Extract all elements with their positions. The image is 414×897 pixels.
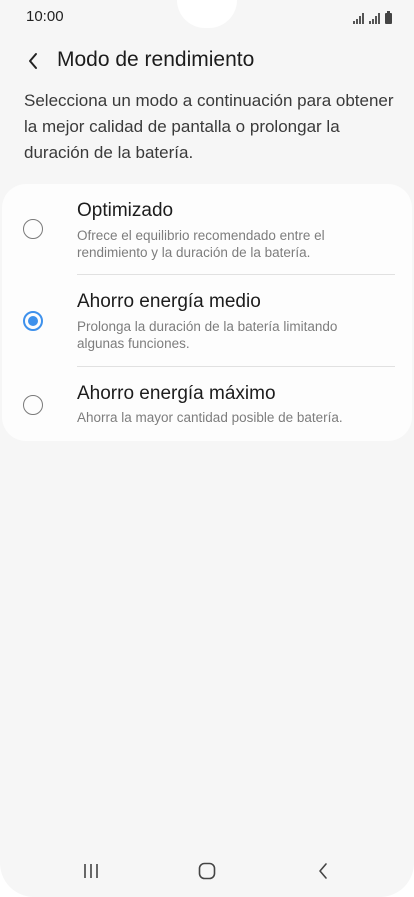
home-icon[interactable] — [185, 856, 229, 886]
option-optimized[interactable]: Optimizado Ofrece el equilibrio recomend… — [2, 184, 412, 274]
camera-notch — [177, 0, 237, 28]
options-card: Optimizado Ofrece el equilibrio recomend… — [2, 184, 412, 441]
status-bar: 10:00 — [0, 0, 414, 34]
option-title: Ahorro energía medio — [77, 291, 261, 312]
battery-icon — [385, 11, 392, 24]
header: Modo de rendimiento — [0, 40, 414, 84]
page-description: Selecciona un modo a continuación para o… — [24, 91, 394, 162]
page-title: Modo de rendimiento — [57, 48, 255, 71]
recents-icon[interactable] — [69, 856, 113, 886]
option-title: Optimizado — [77, 200, 174, 221]
option-description: Ahorra la mayor cantidad posible de bate… — [77, 410, 343, 425]
status-icons — [353, 10, 392, 24]
navigation-bar — [0, 846, 414, 896]
radio-button[interactable] — [23, 395, 43, 415]
option-description: Prolonga la duración de la batería limit… — [77, 319, 338, 351]
radio-button[interactable] — [23, 219, 43, 239]
option-description: Ofrece el equilibrio recomendado entre e… — [77, 228, 325, 260]
status-time: 10:00 — [26, 8, 64, 25]
option-max-saving[interactable]: Ahorro energía máximo Ahorra la mayor ca… — [2, 366, 412, 441]
option-medium-saving[interactable]: Ahorro energía medio Prolonga la duració… — [2, 274, 412, 366]
radio-button-selected[interactable] — [23, 311, 43, 331]
signal-icon — [353, 13, 364, 24]
signal-icon — [369, 13, 380, 24]
chevron-left-icon[interactable] — [18, 46, 48, 76]
option-title: Ahorro energía máximo — [77, 383, 276, 404]
back-icon[interactable] — [301, 856, 345, 886]
screen: 10:00 Modo de rendimiento Selecciona un … — [0, 0, 414, 897]
